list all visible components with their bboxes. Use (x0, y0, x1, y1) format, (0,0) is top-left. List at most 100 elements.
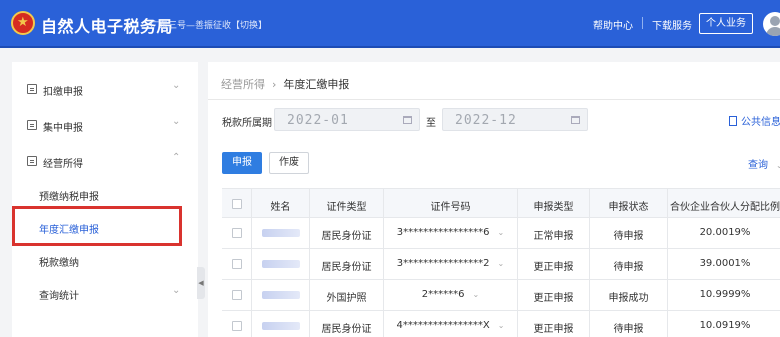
row-checkbox[interactable] (231, 321, 242, 331)
ratio-cell: 10.9999% (668, 280, 780, 310)
region-switch[interactable]: 广东三号—善振征收【切换】 (150, 18, 267, 31)
period-end-input[interactable]: 2022-12 (442, 108, 588, 131)
chevron-down-icon[interactable]: ⌄ (473, 290, 480, 299)
table-row[interactable]: 居民身份证 3****************2 ⌄ 更正申报 待申报 39.00… (222, 249, 780, 280)
avatar-head (770, 16, 780, 26)
ratio-cell: 20.0019% (668, 218, 780, 248)
column-header-status: 申报状态 (608, 202, 649, 213)
chevron-down-icon: ⌄ (172, 285, 181, 296)
sidebar-item-label: 经营所得 (43, 159, 83, 170)
column-header: 合伙企业合伙人分配比例 (668, 189, 780, 217)
name-cell (252, 311, 310, 337)
query-toggle[interactable]: 查询 ⌄ (748, 156, 780, 171)
status-cell: 待申报 (590, 311, 668, 337)
column-header-ratio: 合伙企业合伙人分配比例 (670, 202, 780, 213)
report-icon (27, 84, 37, 94)
chevron-down-icon: ⌄ (776, 161, 780, 170)
chevron-up-icon: ⌃ (172, 152, 181, 163)
sidebar-subitem-query[interactable]: 查询统计 ⌄ (12, 277, 198, 309)
partner-ratio: 39.0001% (699, 258, 751, 269)
personal-business-button[interactable]: 个人业务 (699, 13, 753, 34)
column-header: 证件号码 (384, 189, 518, 217)
id-number: 3****************6 (396, 227, 490, 238)
select-all-cell (222, 189, 252, 217)
user-avatar[interactable] (763, 12, 780, 36)
period-start-input[interactable]: 2022-01 (274, 108, 420, 131)
void-button[interactable]: 作废 (269, 152, 309, 174)
row-checkbox[interactable] (231, 259, 242, 269)
sidebar: 扣缴申报 ⌄ 集中申报 ⌄ 经营所得 ⌃ 预缴纳税申报 年度汇缴申报 税款缴纳 … (12, 62, 198, 337)
public-info-link[interactable]: 公共信息 (729, 113, 780, 128)
declare-status: 申报成功 (608, 293, 649, 304)
column-header-name: 姓名 (270, 202, 291, 213)
ratio-cell: 39.0001% (668, 249, 780, 279)
id-type-cell: 居民身份证 (310, 311, 384, 337)
id-type: 居民身份证 (321, 231, 372, 242)
id-no-cell: 3****************6 ⌄ (384, 218, 518, 248)
download-service-link[interactable]: 下载服务 (652, 17, 692, 32)
id-type-cell: 居民身份证 (310, 249, 384, 279)
divider (208, 99, 780, 100)
help-center-link[interactable]: 帮助中心 (593, 17, 633, 32)
chevron-down-icon[interactable]: ⌄ (498, 228, 505, 237)
breadcrumb-chevron-icon: › (272, 78, 277, 91)
declare-status: 待申报 (613, 231, 644, 242)
breadcrumb-parent[interactable]: 经营所得 (221, 78, 265, 91)
column-header: 证件类型 (310, 189, 384, 217)
select-all-checkbox[interactable] (231, 199, 242, 209)
sidebar-item-centralized[interactable]: 集中申报 ⌄ (12, 108, 198, 142)
id-type-cell: 居民身份证 (310, 218, 384, 248)
chevron-down-icon[interactable]: ⌄ (498, 259, 505, 268)
partner-ratio: 10.9999% (699, 289, 751, 300)
declare-type-cell: 更正申报 (518, 280, 590, 310)
sidebar-item-label: 扣缴申报 (43, 87, 83, 98)
id-no-cell: 2******6 ⌄ (384, 280, 518, 310)
status-cell: 待申报 (590, 218, 668, 248)
sidebar-collapse-handle[interactable]: ◀ (197, 267, 205, 299)
top-header: ★ 自然人电子税务局 广东三号—善振征收【切换】 帮助中心 下载服务 个人业务 (0, 0, 780, 48)
id-type: 居民身份证 (321, 262, 372, 273)
status-cell: 申报成功 (590, 280, 668, 310)
partner-ratio: 20.0019% (699, 227, 751, 238)
id-type-cell: 外国护照 (310, 280, 384, 310)
sidebar-item-label: 集中申报 (43, 123, 83, 134)
row-checkbox[interactable] (231, 228, 242, 238)
declare-status: 待申报 (613, 324, 644, 335)
declare-type: 更正申报 (533, 324, 574, 335)
chevron-down-icon: ⌄ (172, 80, 181, 91)
public-info-label: 公共信息 (741, 117, 780, 128)
sidebar-item-business-income[interactable]: 经营所得 ⌃ (12, 144, 198, 178)
header-divider (642, 17, 643, 29)
row-select-cell (222, 249, 252, 279)
row-checkbox[interactable] (231, 290, 242, 300)
id-number: 3****************2 (396, 258, 490, 269)
table-header-row: 姓名 证件类型 证件号码 申报类型 申报状态 合伙企业合伙人分配比例 (222, 188, 780, 218)
sidebar-item-withholding[interactable]: 扣缴申报 ⌄ (12, 72, 198, 106)
column-header: 申报状态 (590, 189, 668, 217)
redacted-name (261, 291, 300, 299)
chevron-down-icon[interactable]: ⌄ (498, 321, 505, 330)
declare-type: 正常申报 (533, 231, 574, 242)
highlight-annotation (12, 206, 182, 246)
row-select-cell (222, 218, 252, 248)
name-cell (252, 280, 310, 310)
shield-icon (27, 156, 37, 166)
column-header: 申报类型 (518, 189, 590, 217)
calendar-icon (403, 116, 412, 124)
declare-type: 更正申报 (533, 293, 574, 304)
tax-bureau-emblem-icon: ★ (11, 11, 35, 35)
sidebar-subitem-payment[interactable]: 税款缴纳 (12, 244, 198, 276)
declare-status: 待申报 (613, 262, 644, 273)
main-panel: 经营所得 › 年度汇缴申报 税款所属期 2022-01 至 2022-12 公共信息… (208, 62, 780, 337)
id-number: 2******6 (421, 289, 465, 300)
id-type: 外国护照 (326, 293, 367, 304)
redacted-name (261, 322, 300, 330)
column-header-id-no: 证件号码 (430, 202, 471, 213)
table-row[interactable]: 居民身份证 4****************X ⌄ 更正申报 待申报 10.09… (222, 311, 780, 337)
avatar-body (766, 27, 780, 36)
id-number: 4****************X (396, 320, 490, 331)
table-row[interactable]: 居民身份证 3****************6 ⌄ 正常申报 待申报 20.00… (222, 218, 780, 249)
declare-button[interactable]: 申报 (222, 152, 262, 174)
table-row[interactable]: 外国护照 2******6 ⌄ 更正申报 申报成功 10.9999% (222, 280, 780, 311)
chevron-down-icon: ⌄ (172, 116, 181, 127)
